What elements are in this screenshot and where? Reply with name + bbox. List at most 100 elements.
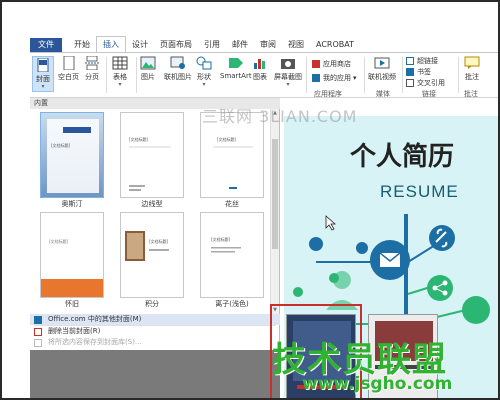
thumb-placeholder: [文档标题] — [51, 142, 71, 148]
cover-caption: 奥斯汀 — [61, 200, 83, 208]
picture-icon — [140, 56, 156, 70]
blank-page-button[interactable]: 空白页 — [58, 56, 79, 82]
tab-review[interactable]: 审阅 — [254, 38, 282, 52]
smartart-icon — [228, 58, 243, 68]
cover-thumbnail-ion-light[interactable]: [文档标题] — [200, 212, 264, 298]
cover-thumbnail-sideline[interactable]: [文档标题] — [120, 112, 184, 198]
chart-icon — [254, 59, 265, 69]
tab-references[interactable]: 引用 — [198, 38, 226, 52]
bookmark-label: 书签 — [417, 68, 431, 76]
chevron-down-icon: ▾ — [286, 81, 290, 88]
app-store-button[interactable]: 应用商店 — [312, 59, 351, 69]
scrollbar-thumb[interactable] — [272, 139, 278, 249]
cover-thumbnail-retrospect[interactable]: [文档标题] — [40, 212, 104, 298]
ion-light-preview: [文档标题] — [211, 236, 241, 253]
chevron-down-icon: ▾ — [118, 81, 122, 88]
online-video-label: 联机视频 — [368, 73, 396, 81]
cover-caption: 边线型 — [141, 200, 163, 208]
my-apps-button[interactable]: 我的应用 ▾ — [312, 73, 357, 83]
thumb-placeholder: [文档标题] — [217, 136, 237, 142]
mouse-cursor-icon — [325, 215, 337, 231]
ribbon-separator — [306, 57, 307, 93]
my-apps-label: 我的应用 — [323, 74, 351, 82]
shapes-button[interactable]: 形状 ▾ — [196, 56, 212, 88]
page-break-label: 分页 — [85, 73, 99, 81]
cross-reference-icon — [406, 79, 414, 87]
bookmark-icon — [406, 68, 414, 76]
blank-page-label: 空白页 — [58, 73, 79, 81]
cover-page-icon — [37, 58, 49, 72]
gallery-scrollbar[interactable]: ▲ ▼ — [270, 109, 279, 314]
menu-item-label: Office.com 中的其他封面(M) — [48, 315, 142, 323]
online-picture-button[interactable]: 联机图片 — [164, 56, 192, 82]
ribbon-insert: 封面 ▾ 空白页 分页 表格 ▾ 图片 联机图片 形状 ▾ SmartArt 图… — [30, 52, 498, 98]
online-video-button[interactable]: 联机视频 — [368, 56, 396, 82]
ribbon-separator — [106, 57, 107, 93]
node-circle — [293, 287, 303, 297]
link-circle — [429, 225, 455, 251]
screenshot-button[interactable]: 屏幕截图 ▾ — [274, 56, 302, 88]
office-icon — [34, 315, 42, 324]
tab-insert[interactable]: 插入 — [96, 36, 126, 52]
word-window: 文件 开始 插入 设计 页面布局 引用 邮件 审阅 视图 ACROBAT 封面 … — [0, 0, 500, 400]
chevron-down-icon: ▾ — [353, 74, 357, 82]
smartart-button[interactable]: SmartArt — [220, 56, 252, 80]
integral-preview: [文档标题] — [125, 231, 169, 261]
cover-page-button[interactable]: 封面 ▾ — [32, 56, 54, 92]
cover-caption: 怀旧 — [65, 300, 79, 308]
austin-preview: [文档标题] — [41, 113, 103, 197]
chart-button[interactable]: 图表 — [252, 56, 268, 82]
comment-label: 批注 — [465, 73, 479, 81]
sideline-preview: [文档标题] — [129, 136, 171, 191]
tab-design[interactable]: 设计 — [126, 38, 154, 52]
cover-page-gallery: 内置 [文档标题] 奥斯汀 [文档标题] 边线型 [文档标题] 花丝 [文档标题… — [30, 98, 280, 398]
ribbon-separator — [458, 57, 459, 93]
table-icon — [112, 56, 128, 70]
thumb-placeholder: [文档标题] — [211, 236, 231, 242]
retrospect-preview: [文档标题] — [41, 238, 103, 297]
cover-caption: 离子(浅色) — [215, 300, 249, 308]
remove-cover-menu-item[interactable]: 删除当前封面(R) — [30, 326, 280, 337]
more-covers-office-menu-item[interactable]: Office.com 中的其他封面(M) — [30, 314, 280, 325]
cross-reference-button[interactable]: 交叉引用 — [406, 78, 445, 88]
store-icon — [312, 60, 320, 68]
ribbon-separator — [402, 57, 403, 93]
document-title: 个人简历 — [350, 142, 455, 172]
tab-mailings[interactable]: 邮件 — [226, 38, 254, 52]
save-to-gallery-menu-item: 将所选内容保存到封面库(S)... — [30, 337, 280, 348]
document-subtitle: RESUME — [380, 182, 459, 201]
blank-page-icon — [63, 56, 74, 70]
page-break-icon — [85, 56, 99, 70]
cover-thumbnail-integral[interactable]: [文档标题] — [120, 212, 184, 298]
screenshot-icon — [281, 59, 295, 69]
watermark-jsgho-url: www.jsgho.com — [302, 374, 453, 394]
table-button[interactable]: 表格 ▾ — [112, 56, 128, 88]
tab-layout[interactable]: 页面布局 — [154, 38, 198, 52]
tab-acrobat[interactable]: ACROBAT — [310, 38, 360, 52]
hyperlink-button[interactable]: 超链接 — [406, 56, 438, 66]
cover-caption: 花丝 — [225, 200, 239, 208]
chevron-down-icon: ▾ — [41, 83, 45, 90]
cover-thumbnail-austin[interactable]: [文档标题] — [40, 112, 104, 198]
remove-icon — [34, 327, 42, 336]
comment-button[interactable]: 批注 — [464, 56, 480, 82]
node-circle — [462, 296, 490, 324]
menu-item-label: 将所选内容保存到封面库(S)... — [48, 338, 142, 346]
cover-caption: 积分 — [145, 300, 159, 308]
app-store-label: 应用商店 — [323, 60, 351, 68]
tab-view[interactable]: 视图 — [282, 38, 310, 52]
ribbon-separator — [136, 57, 137, 93]
tab-home[interactable]: 开始 — [68, 38, 96, 52]
bookmark-button[interactable]: 书签 — [406, 67, 431, 77]
page-break-button[interactable]: 分页 — [84, 56, 100, 82]
apps-icon — [312, 74, 320, 82]
shapes-icon — [196, 56, 212, 70]
ribbon-tabs: 文件 开始 插入 设计 页面布局 引用 邮件 审阅 视图 ACROBAT — [30, 36, 498, 52]
watermark-3lian: 三联网 3LIAN.COM — [202, 107, 358, 126]
picture-button[interactable]: 图片 — [140, 56, 156, 82]
video-icon — [374, 57, 390, 69]
tab-file[interactable]: 文件 — [30, 38, 62, 52]
node-circle — [309, 237, 323, 251]
thumb-placeholder: [文档标题] — [49, 238, 69, 244]
person-icon — [333, 271, 351, 289]
